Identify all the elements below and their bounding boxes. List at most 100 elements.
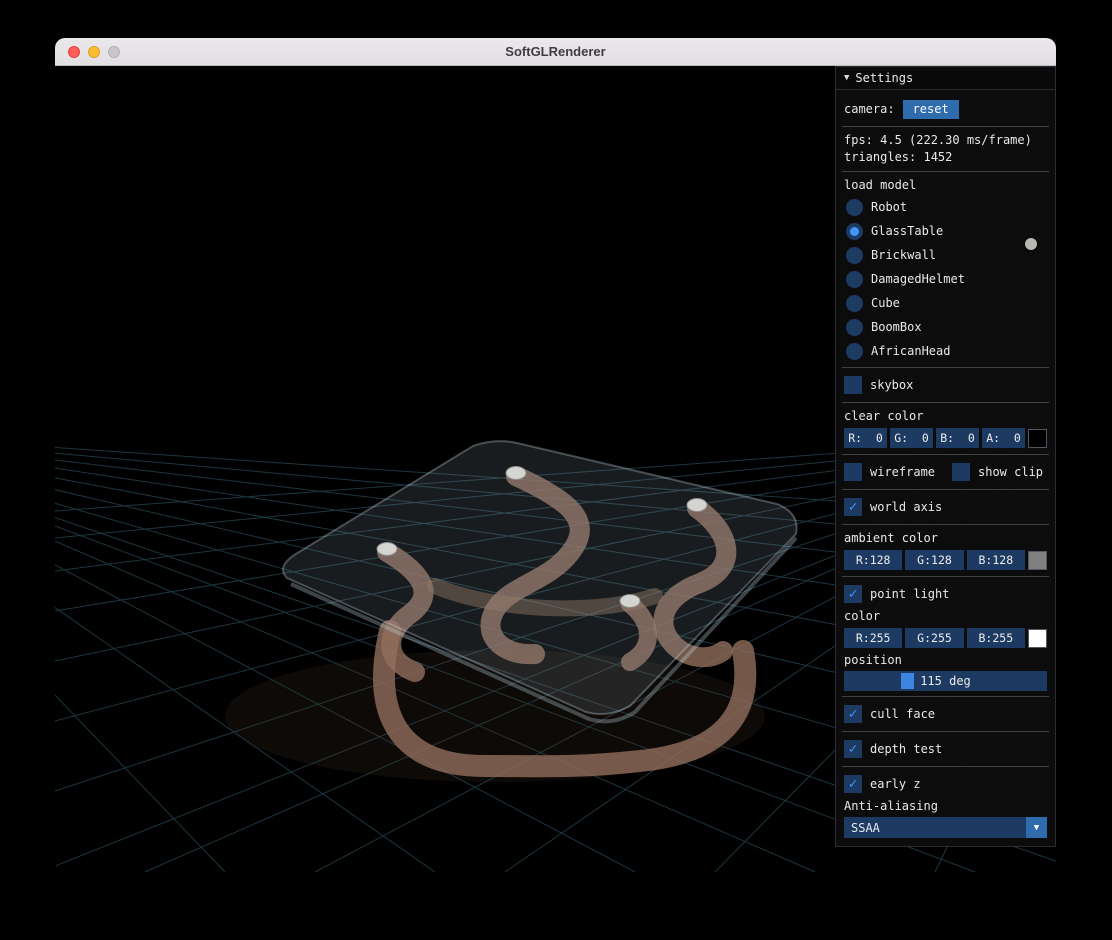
position-label: position bbox=[844, 653, 902, 667]
radio-label: Cube bbox=[871, 296, 900, 310]
radio-circle[interactable] bbox=[846, 198, 863, 216]
clear-color-b-field[interactable]: B: 0 bbox=[936, 428, 979, 448]
checkbox-label: skybox bbox=[870, 378, 914, 392]
light-g-field[interactable]: G:255 bbox=[905, 628, 964, 648]
radio-circle[interactable] bbox=[846, 222, 863, 240]
clear-color-swatch[interactable] bbox=[1028, 428, 1047, 448]
radio-model-boombox[interactable]: BoomBox bbox=[844, 316, 1047, 338]
ambient-color-swatch[interactable] bbox=[1027, 550, 1047, 570]
checkbox-box[interactable]: ✓ bbox=[844, 463, 862, 481]
light-color-fields: R:255 G:255 B:255 bbox=[844, 627, 1047, 649]
light-r-field[interactable]: R:255 bbox=[844, 628, 903, 648]
checkbox-label: early z bbox=[870, 777, 921, 791]
checkbox-box[interactable]: ✓ bbox=[844, 376, 862, 394]
separator bbox=[842, 489, 1049, 490]
checkbox-cull-face[interactable]: ✓ cull face bbox=[844, 702, 1047, 726]
separator bbox=[842, 126, 1049, 127]
radio-dot-icon bbox=[850, 226, 859, 236]
checkbox-label: depth test bbox=[870, 742, 943, 756]
separator bbox=[842, 696, 1049, 697]
clear-color-fields: R: 0 G: 0 B: 0 A: 0 bbox=[844, 427, 1047, 449]
checkbox-box[interactable]: ✓ bbox=[952, 463, 970, 481]
window-content: ▼ Settings camera: reset fps: 4.5 (222.3… bbox=[55, 66, 1056, 872]
checkbox-box[interactable]: ✓ bbox=[844, 740, 862, 758]
triangles-text: triangles: 1452 bbox=[844, 150, 953, 164]
radio-label: AfricanHead bbox=[871, 344, 951, 358]
check-icon: ✓ bbox=[848, 776, 858, 792]
checkbox-wireframe[interactable]: ✓ wireframe bbox=[844, 460, 942, 484]
light-position-slider[interactable]: 115 deg bbox=[844, 671, 1047, 691]
checkbox-show-clip[interactable]: ✓ show clip bbox=[952, 460, 1043, 484]
radio-label: BoomBox bbox=[871, 320, 922, 334]
radio-model-glasstable[interactable]: GlassTable bbox=[844, 220, 1047, 242]
checkbox-label: cull face bbox=[870, 707, 936, 721]
radio-circle[interactable] bbox=[846, 318, 863, 336]
anti-aliasing-label: Anti-aliasing bbox=[844, 799, 938, 813]
separator bbox=[842, 576, 1049, 577]
close-button[interactable] bbox=[68, 45, 80, 58]
checkbox-early-z[interactable]: ✓ early z bbox=[844, 772, 1047, 796]
clear-color-r-field[interactable]: R: 0 bbox=[844, 428, 887, 448]
camera-row: camera: reset bbox=[844, 97, 1047, 121]
checkbox-box[interactable]: ✓ bbox=[844, 498, 862, 516]
check-icon: ✓ bbox=[848, 499, 858, 515]
radio-label: Robot bbox=[871, 200, 908, 214]
ambient-r-field[interactable]: R:128 bbox=[844, 550, 903, 570]
radio-model-damagedhelmet[interactable]: DamagedHelmet bbox=[844, 268, 1047, 290]
checkbox-label: wireframe bbox=[870, 465, 936, 479]
collapse-arrow-icon: ▼ bbox=[844, 73, 850, 83]
checkbox-label: show clip bbox=[978, 465, 1044, 479]
radio-circle[interactable] bbox=[846, 294, 863, 312]
separator bbox=[842, 766, 1049, 767]
clear-color-a-field[interactable]: A: 0 bbox=[982, 428, 1025, 448]
settings-header-label: Settings bbox=[855, 71, 914, 85]
checkbox-world-axis[interactable]: ✓ world axis bbox=[844, 495, 1047, 519]
light-color-label: color bbox=[844, 609, 881, 623]
radio-circle[interactable] bbox=[846, 342, 863, 360]
radio-circle[interactable] bbox=[846, 246, 863, 264]
app-window: SoftGLRenderer ▼ Settings camera: reset … bbox=[55, 38, 1056, 872]
separator bbox=[842, 171, 1049, 172]
ambient-color-fields: R:128 G:128 B:128 bbox=[844, 549, 1047, 571]
ambient-color-label: ambient color bbox=[844, 531, 938, 545]
radio-circle[interactable] bbox=[846, 270, 863, 288]
radio-model-africanhead[interactable]: AfricanHead bbox=[844, 340, 1047, 362]
checkbox-point-light[interactable]: ✓ point light bbox=[844, 582, 1047, 606]
light-color-swatch[interactable] bbox=[1027, 628, 1047, 648]
separator bbox=[842, 367, 1049, 368]
checkbox-depth-test[interactable]: ✓ depth test bbox=[844, 737, 1047, 761]
checkbox-skybox[interactable]: ✓ skybox bbox=[844, 373, 1047, 397]
ambient-b-field[interactable]: B:128 bbox=[966, 550, 1025, 570]
wireframe-clip-row: ✓ wireframe ✓ show clip bbox=[844, 460, 1047, 484]
fps-text: fps: 4.5 (222.30 ms/frame) bbox=[844, 133, 1032, 147]
window-title: SoftGLRenderer bbox=[505, 44, 606, 59]
minimize-button[interactable] bbox=[88, 45, 100, 58]
checkbox-box[interactable]: ✓ bbox=[844, 705, 862, 723]
chevron-down-icon: ▼ bbox=[1033, 822, 1040, 833]
ambient-g-field[interactable]: G:128 bbox=[905, 550, 964, 570]
combo-arrow-button[interactable]: ▼ bbox=[1026, 817, 1047, 838]
zoom-button[interactable] bbox=[108, 45, 120, 58]
radio-model-robot[interactable]: Robot bbox=[844, 196, 1047, 218]
separator bbox=[842, 524, 1049, 525]
check-icon: ✓ bbox=[848, 741, 858, 757]
settings-body: camera: reset fps: 4.5 (222.30 ms/frame)… bbox=[836, 90, 1055, 846]
radio-model-cube[interactable]: Cube bbox=[844, 292, 1047, 314]
separator bbox=[842, 731, 1049, 732]
checkbox-box[interactable]: ✓ bbox=[844, 775, 862, 793]
load-model-label: load model bbox=[844, 178, 917, 192]
check-icon: ✓ bbox=[848, 586, 858, 602]
radio-label: GlassTable bbox=[871, 224, 944, 238]
titlebar[interactable]: SoftGLRenderer bbox=[55, 38, 1056, 66]
light-b-field[interactable]: B:255 bbox=[966, 628, 1025, 648]
checkbox-box[interactable]: ✓ bbox=[844, 585, 862, 603]
radio-model-brickwall[interactable]: Brickwall bbox=[844, 244, 1047, 266]
checkbox-label: world axis bbox=[870, 500, 943, 514]
separator bbox=[842, 402, 1049, 403]
camera-label: camera: bbox=[844, 102, 895, 116]
clear-color-g-field[interactable]: G: 0 bbox=[890, 428, 933, 448]
anti-aliasing-combo[interactable]: SSAA ▼ bbox=[844, 817, 1047, 838]
settings-header[interactable]: ▼ Settings bbox=[836, 67, 1055, 90]
radio-label: Brickwall bbox=[871, 248, 937, 262]
camera-reset-button[interactable]: reset bbox=[902, 99, 959, 119]
